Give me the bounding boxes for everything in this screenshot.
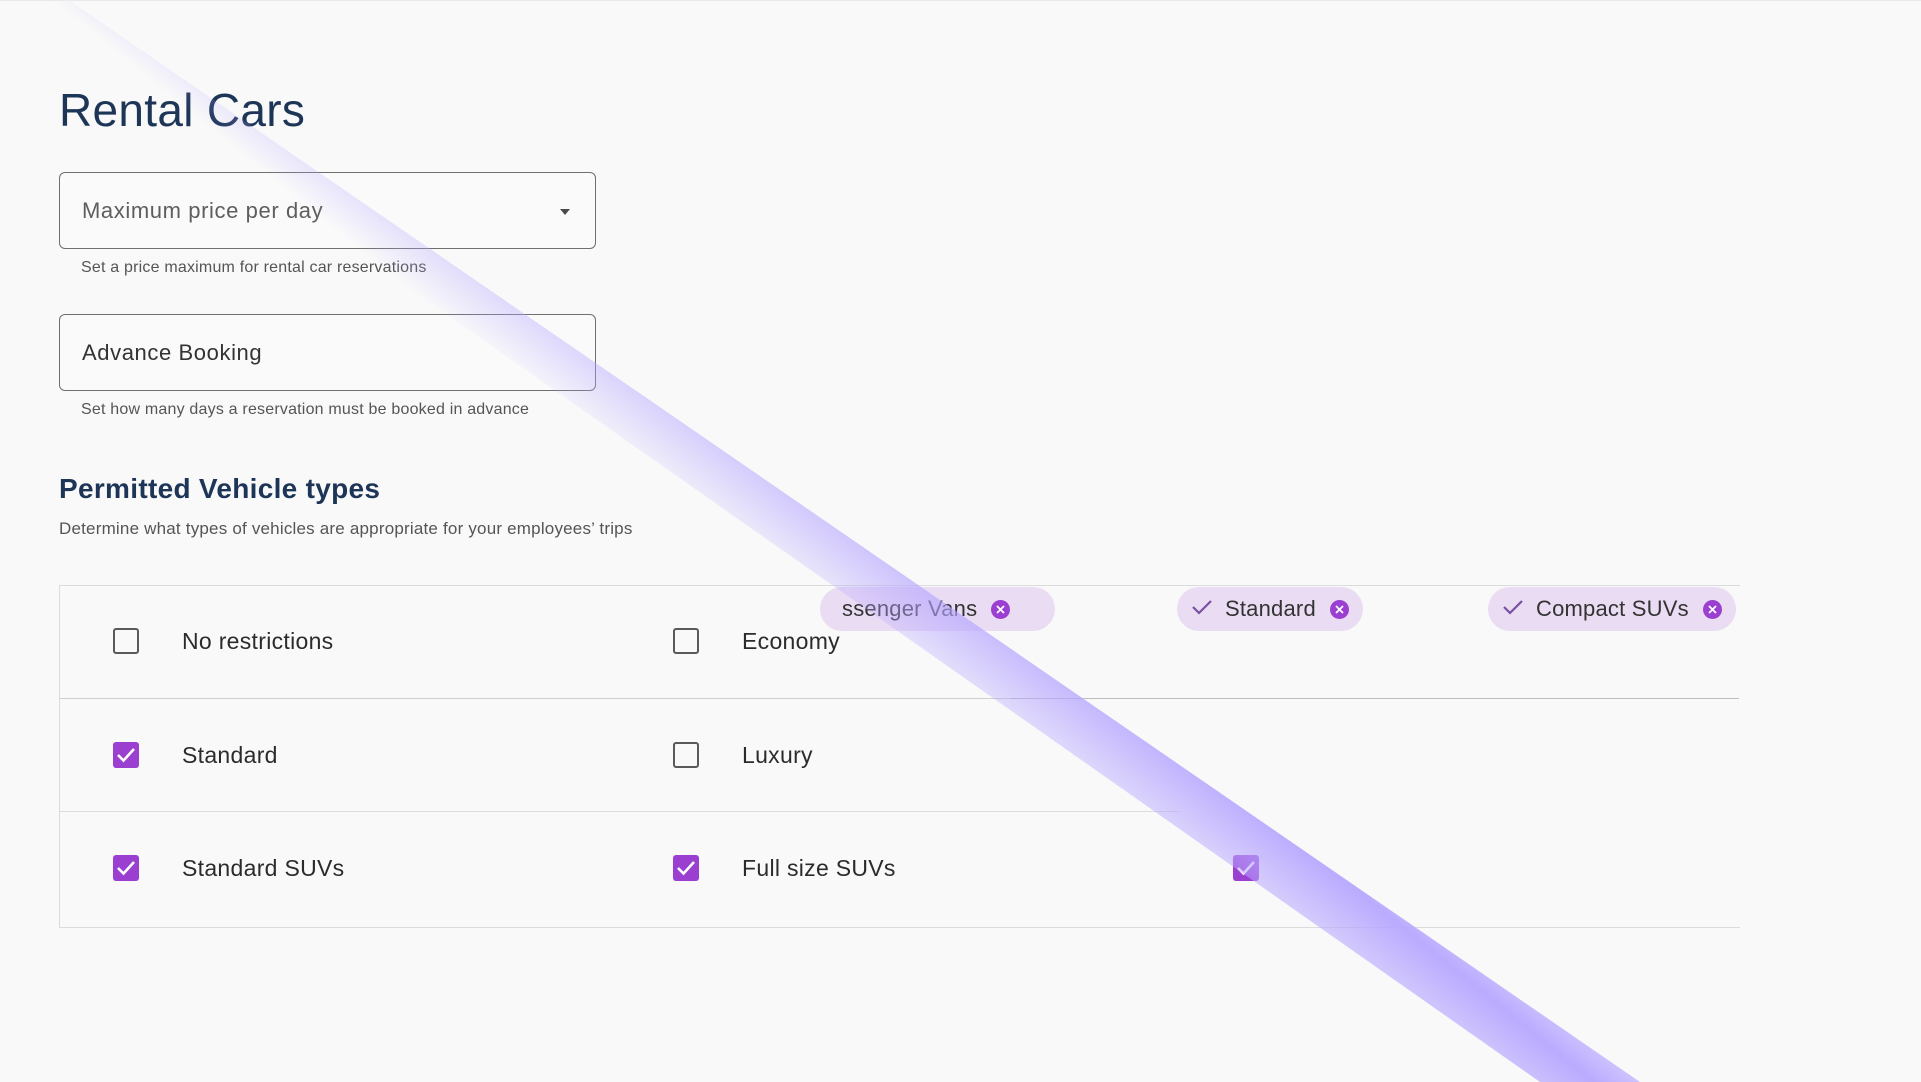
vehicle-types-title: Permitted Vehicle types [59,473,381,504]
checkmark-icon [117,861,135,876]
chip-compact-suvs[interactable]: Compact SUVs [1488,587,1736,631]
max-price-value: Maximum price per day [82,197,324,223]
checkbox-checked[interactable] [113,742,139,768]
checkbox[interactable] [113,628,139,654]
checkbox[interactable] [673,742,699,768]
checkmark-icon [117,748,135,763]
checkbox-checked[interactable] [673,855,699,881]
chip-label: Compact SUVs [1536,596,1689,621]
checkmark-icon [677,861,695,876]
grid-divider [59,811,1179,812]
chip-standard[interactable]: Standard [1177,587,1363,631]
remove-chip-icon[interactable] [1702,599,1722,619]
remove-chip-icon[interactable] [991,599,1011,619]
option-label: Standard [182,741,278,768]
check-icon [1191,598,1213,621]
chip-passenger-vans[interactable]: ssenger Vans [820,587,1055,631]
option-economy[interactable]: Economy [673,621,840,661]
dropdown-arrow-icon[interactable] [560,209,570,215]
checkmark-icon [1237,861,1255,876]
check-icon [1502,598,1524,621]
chips-divider [1010,698,1739,699]
chip-label: ssenger Vans [842,596,978,621]
advance-booking-field[interactable]: Advance Booking [59,314,596,391]
vehicle-types-description: Determine what types of vehicles are app… [59,519,633,538]
checkbox-checked[interactable] [1233,855,1259,881]
chip-label: Standard [1225,596,1316,621]
checkbox-checked[interactable] [113,855,139,881]
advance-booking-helper: Set how many days a reservation must be … [81,401,530,418]
option-label: Full size SUVs [742,854,896,881]
option-label: No restrictions [182,627,334,654]
rental-cars-panel: Rental Cars Maximum price per day Set a … [0,0,1921,1082]
checkbox[interactable] [673,628,699,654]
advance-booking-value: Advance Booking [82,339,263,365]
max-price-dropdown[interactable]: Maximum price per day [59,172,596,249]
option-no-restrictions[interactable]: No restrictions [113,621,333,661]
max-price-helper: Set a price maximum for rental car reser… [81,259,427,276]
option-label: Economy [742,627,840,654]
page-title: Rental Cars [59,84,306,136]
option-label: Luxury [742,741,813,768]
option-standard-suvs[interactable]: Standard SUVs [113,848,344,888]
option-full-size-suvs[interactable]: Full size SUVs [673,848,896,888]
option-label: Standard SUVs [182,854,345,881]
option-standard[interactable]: Standard [113,735,278,775]
option-luxury[interactable]: Luxury [673,735,813,775]
remove-chip-icon[interactable] [1329,599,1349,619]
option-partial[interactable] [1233,848,1259,888]
